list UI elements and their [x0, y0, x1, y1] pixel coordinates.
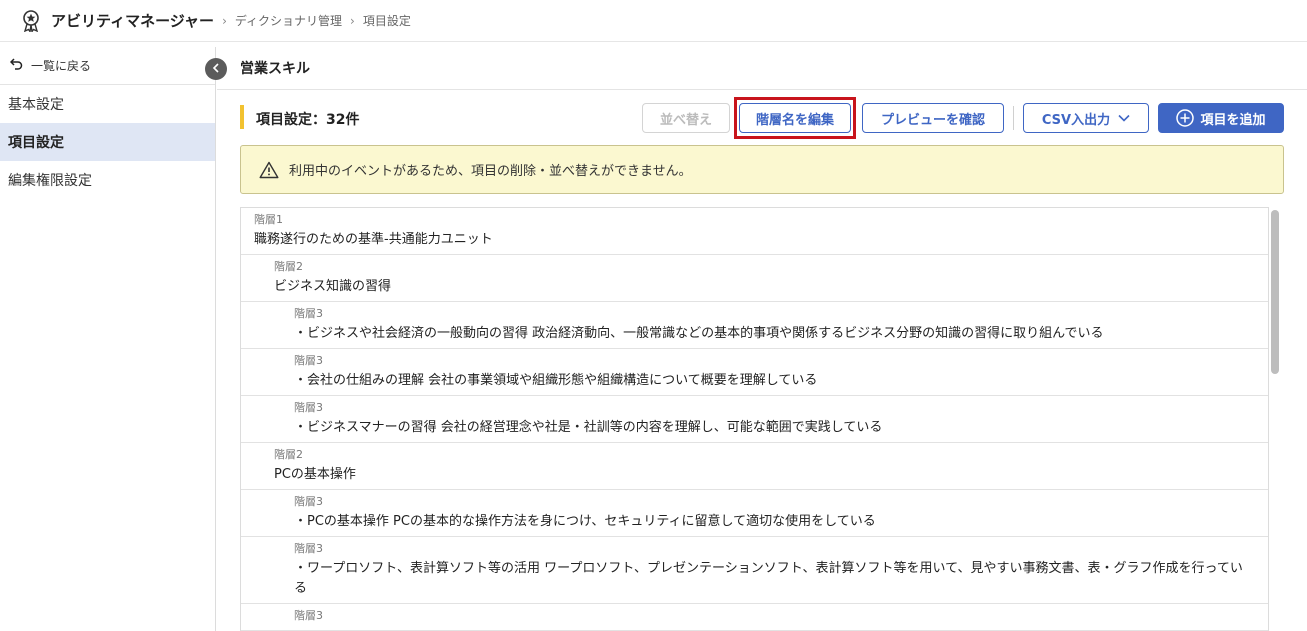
list-item[interactable]: 階層3 ・ビジネスマナーの習得 会社の経営理念や社是・社訓等の内容を理解し、可能… [241, 396, 1268, 443]
back-link-label: 一覧に戻る [31, 59, 92, 73]
item-text: ・ワープロソフト、表計算ソフト等の活用 ワープロソフト、プレゼンテーションソフト… [294, 561, 1243, 596]
warning-notice-text: 利用中のイベントがあるため、項目の削除・並べ替えができません。 [289, 164, 692, 179]
level-label: 階層2 [274, 260, 303, 273]
item-text: ・ビジネスや社会経済の一般動向の習得 政治経済動向、一般常識などの基本的事項や関… [294, 326, 1104, 341]
sort-button[interactable]: 並べ替え [642, 103, 730, 133]
back-to-list-link[interactable]: 一覧に戻る [0, 47, 215, 85]
item-text [294, 623, 1248, 626]
breadcrumb-current: 項目設定 [362, 14, 411, 28]
level-label: 階層3 [294, 495, 323, 508]
section-marker [240, 105, 244, 129]
list-item[interactable]: 階層3 ・PCの基本操作 PCの基本的な操作方法を身につけ、セキュリティに留意し… [241, 490, 1268, 537]
level-label: 階層3 [294, 307, 323, 320]
app-title[interactable]: アビリティマネージャー [51, 10, 214, 31]
rename-levels-button[interactable]: 階層名を編集 [739, 103, 851, 133]
item-text: ・ビジネスマナーの習得 会社の経営理念や社是・社訓等の内容を理解し、可能な範囲で… [294, 420, 883, 435]
list-item[interactable]: 階層3 ・会社の仕組みの理解 会社の事業領域や組織形態や組織構造について概要を理… [241, 349, 1268, 396]
top-header: アビリティマネージャー › ディクショナリ管理 › 項目設定 [0, 0, 1307, 42]
collapse-sidebar-button[interactable] [205, 58, 227, 80]
toolbar-divider [1013, 106, 1014, 130]
award-badge-icon [20, 9, 42, 32]
level-label: 階層3 [294, 354, 323, 367]
list-item[interactable]: 階層1 職務遂行のための基準-共通能力ユニット [241, 208, 1268, 255]
item-text: ・会社の仕組みの理解 会社の事業領域や組織形態や組織構造について概要を理解してい… [294, 373, 818, 388]
csv-import-export-button[interactable]: CSV入出力 [1023, 103, 1149, 133]
scrollbar-thumb[interactable] [1271, 210, 1279, 374]
sidebar-item-edit-permissions[interactable]: 編集権限設定 [0, 161, 215, 199]
plus-circle-icon [1176, 109, 1195, 127]
item-text: PCの基本操作 [274, 467, 356, 482]
list-item[interactable]: 階層3 ・ワープロソフト、表計算ソフト等の活用 ワープロソフト、プレゼンテーショ… [241, 537, 1268, 604]
section-count-label: 項目設定：32件 [256, 112, 360, 128]
sidebar-item-basic-settings[interactable]: 基本設定 [0, 85, 215, 123]
list-scrollbar[interactable] [1271, 209, 1279, 631]
item-hierarchy-list: 階層1 職務遂行のための基準-共通能力ユニット 階層2 ビジネス知識の習得 階層… [240, 207, 1269, 631]
chevron-down-icon [1118, 114, 1130, 122]
level-label: 階層3 [294, 542, 323, 555]
list-item[interactable]: 階層3 [241, 604, 1268, 631]
preview-button[interactable]: プレビューを確認 [862, 103, 1004, 133]
main-content: 営業スキル 項目設定：32件 並べ替え 階層名を編集 プレビューを確認 CSV入… [217, 47, 1307, 631]
list-item[interactable]: 階層2 ビジネス知識の習得 [241, 255, 1268, 302]
sidebar-item-item-settings[interactable]: 項目設定 [0, 123, 215, 161]
page-title: 営業スキル [217, 47, 1307, 90]
csv-button-label: CSV入出力 [1041, 112, 1111, 128]
level-label: 階層3 [294, 609, 323, 622]
toolbar: 項目設定：32件 並べ替え 階層名を編集 プレビューを確認 CSV入出力 項目を… [240, 97, 1284, 139]
warning-notice: 利用中のイベントがあるため、項目の削除・並べ替えができません。 [240, 145, 1284, 194]
list-item[interactable]: 階層3 ・ビジネスや社会経済の一般動向の習得 政治経済動向、一般常識などの基本的… [241, 302, 1268, 349]
list-item[interactable]: 階層2 PCの基本操作 [241, 443, 1268, 490]
chevron-right-icon: › [222, 13, 227, 28]
add-item-label: 項目を追加 [1200, 112, 1266, 128]
level-label: 階層3 [294, 401, 323, 414]
item-text: ビジネス知識の習得 [274, 279, 392, 294]
sidebar: 一覧に戻る 基本設定 項目設定 編集権限設定 [0, 47, 216, 631]
warning-triangle-icon [259, 161, 279, 179]
level-label: 階層2 [274, 448, 303, 461]
item-text: 職務遂行のための基準-共通能力ユニット [254, 232, 493, 247]
chevron-left-icon [212, 62, 220, 77]
level-label: 階層1 [254, 213, 283, 226]
breadcrumb-dictionary[interactable]: ディクショナリ管理 [235, 12, 342, 29]
item-text: ・PCの基本操作 PCの基本的な操作方法を身につけ、セキュリティに留意して適切な… [294, 514, 876, 529]
chevron-right-icon: › [350, 13, 355, 28]
add-item-button[interactable]: 項目を追加 [1158, 103, 1284, 133]
undo-arrow-icon [9, 57, 23, 74]
